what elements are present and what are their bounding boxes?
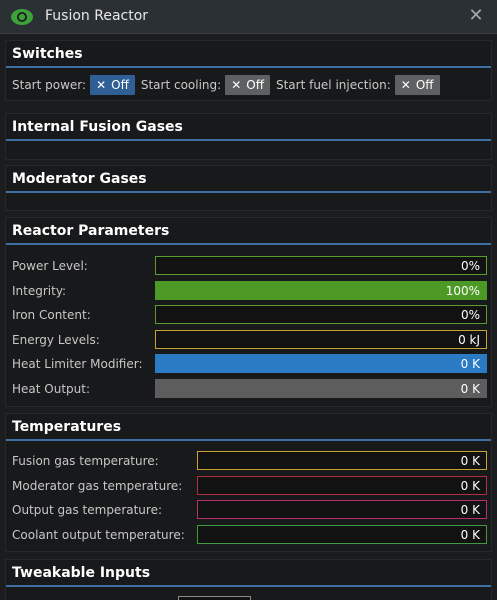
parameter-value: 0 kJ bbox=[458, 332, 480, 347]
switches-section: Switches Start power: ✕ Off Start coolin… bbox=[5, 40, 492, 101]
parameter-progress-bar: 0% bbox=[155, 305, 487, 325]
section-title-tweakable-inputs: Tweakable Inputs bbox=[6, 560, 491, 587]
parameter-label: Heat Output: bbox=[12, 382, 91, 396]
parameter-progress-fill bbox=[156, 355, 486, 373]
temperature-bar: 0 K bbox=[197, 524, 487, 544]
parameter-label: Heat Limiter Modifier: bbox=[12, 357, 143, 372]
parameter-label: Energy Levels: bbox=[12, 332, 100, 347]
x-icon: ✕ bbox=[96, 78, 107, 92]
temperature-bar: 0 K bbox=[197, 500, 487, 520]
start-fuel-injection-state: Off bbox=[415, 78, 434, 92]
temperature-value: 0 K bbox=[460, 503, 480, 518]
window-title: Fusion Reactor bbox=[45, 8, 149, 24]
parameter-progress-bar: 0 K bbox=[155, 354, 487, 374]
start-cooling-toggle[interactable]: ✕ Off bbox=[225, 75, 270, 95]
parameter-value: 0% bbox=[460, 308, 480, 323]
parameter-label: Iron Content: bbox=[12, 308, 91, 323]
start-cooling-state: Off bbox=[246, 78, 264, 92]
start-power-toggle[interactable]: ✕ Off bbox=[90, 75, 135, 95]
start-cooling-label: Start cooling: bbox=[140, 78, 222, 92]
parameter-value: 0 K bbox=[460, 357, 480, 372]
parameter-progress-fill bbox=[156, 281, 486, 299]
parameter-label: Integrity: bbox=[12, 283, 67, 298]
close-icon[interactable]: ✕ bbox=[467, 7, 485, 25]
temperature-value: 0 K bbox=[460, 478, 480, 493]
temperature-label: Fusion gas temperature: bbox=[12, 454, 159, 468]
reactor-parameter-row: Heat Output: 0 K bbox=[12, 379, 487, 399]
parameter-progress-bar: 0 K bbox=[155, 379, 487, 398]
parameter-value: 0 K bbox=[460, 382, 480, 396]
reactor-parameter-row: Heat Limiter Modifier: 0 K bbox=[12, 354, 487, 374]
section-title-moderator-gases: Moderator Gases bbox=[6, 166, 491, 193]
temperature-value: 0 K bbox=[460, 527, 480, 542]
parameter-label: Power Level: bbox=[12, 259, 88, 273]
start-fuel-injection-label: Start fuel injection: bbox=[275, 78, 391, 92]
parameter-progress-bar: 0 kJ bbox=[155, 329, 487, 349]
switches-row: Start power: ✕ Off Start cooling: ✕ Off … bbox=[12, 74, 446, 96]
title-bar[interactable]: Fusion Reactor ✕ bbox=[0, 0, 497, 34]
parameter-progress-fill bbox=[156, 380, 486, 397]
tweakable-inputs-section: Tweakable Inputs bbox=[5, 559, 492, 600]
temperature-row: Output gas temperature: 0 K bbox=[12, 500, 487, 520]
parameter-progress-bar: 0% bbox=[155, 256, 487, 275]
section-title-temperatures: Temperatures bbox=[6, 414, 491, 441]
temperature-row: Moderator gas temperature: 0 K bbox=[12, 475, 487, 496]
reactor-parameter-row: Iron Content: 0% bbox=[12, 305, 487, 325]
start-power-label: Start power: bbox=[12, 78, 87, 92]
temperatures-section: Temperatures Fusion gas temperature: 0 KM… bbox=[5, 413, 492, 552]
start-power-state: Off bbox=[111, 78, 129, 92]
temperature-bar: 0 K bbox=[197, 451, 487, 470]
fusion-reactor-window: Fusion Reactor ✕ Switches Start power: ✕… bbox=[0, 0, 497, 600]
reactor-parameter-row: Energy Levels: 0 kJ bbox=[12, 329, 487, 350]
internal-fusion-gases-section: Internal Fusion Gases bbox=[5, 113, 492, 160]
parameter-value: 100% bbox=[445, 283, 480, 298]
temperature-label: Output gas temperature: bbox=[12, 503, 163, 518]
section-title-reactor-parameters: Reactor Parameters bbox=[6, 218, 491, 245]
tweakable-input-field[interactable] bbox=[178, 596, 251, 600]
parameter-value: 0% bbox=[460, 259, 480, 273]
temperature-value: 0 K bbox=[460, 454, 480, 468]
section-title-switches: Switches bbox=[6, 41, 491, 68]
temperature-row: Fusion gas temperature: 0 K bbox=[12, 451, 487, 471]
temperature-row: Coolant output temperature: 0 K bbox=[12, 524, 487, 545]
section-title-internal-fusion-gases: Internal Fusion Gases bbox=[6, 114, 491, 141]
temperature-label: Moderator gas temperature: bbox=[12, 478, 183, 493]
x-icon: ✕ bbox=[231, 78, 242, 92]
parameter-progress-bar: 100% bbox=[155, 280, 487, 300]
eye-icon bbox=[11, 9, 33, 25]
reactor-parameter-row: Power Level: 0% bbox=[12, 256, 487, 276]
reactor-parameters-section: Reactor Parameters Power Level: 0% Integri… bbox=[5, 217, 492, 407]
temperature-label: Coolant output temperature: bbox=[12, 527, 185, 542]
x-icon: ✕ bbox=[400, 78, 411, 92]
moderator-gases-section: Moderator Gases bbox=[5, 165, 492, 211]
temperature-bar: 0 K bbox=[197, 475, 487, 495]
start-fuel-injection-toggle[interactable]: ✕ Off bbox=[394, 75, 440, 95]
reactor-parameter-row: Integrity: 100% bbox=[12, 280, 487, 301]
